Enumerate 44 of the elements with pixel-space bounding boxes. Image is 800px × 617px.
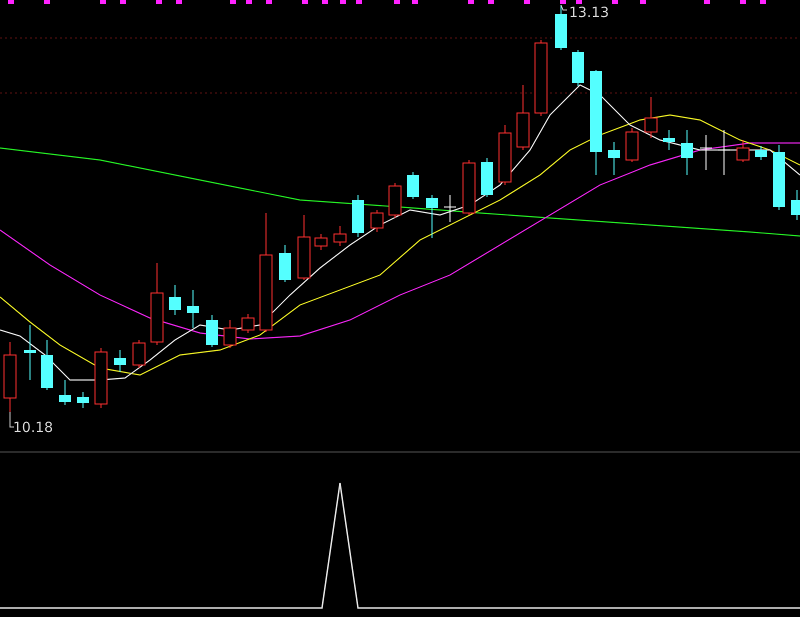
candlestick [314,234,328,250]
candlestick [498,124,512,186]
candlestick [791,190,800,220]
candlestick [59,380,71,406]
candlestick [114,350,126,372]
candlestick [700,134,712,170]
candlestick [755,146,767,160]
high-price-label: 13.13 [569,5,610,21]
candlestick [169,284,181,316]
candlestick [572,50,584,86]
candlestick [644,96,658,138]
candlestick [279,244,291,282]
candlestick [608,142,620,176]
candlestick [626,128,638,162]
candlestick [388,182,402,218]
candlestick [187,290,199,328]
candlestick [370,210,384,232]
candlestick [444,194,456,222]
candlestick [334,226,346,246]
candlestick [462,160,476,216]
candlestick [516,84,530,150]
candlestick [4,342,16,412]
candlestick [718,130,730,176]
candlestick [41,340,53,390]
candlestick [242,314,254,334]
candlestick [224,320,236,348]
candlestick [206,314,218,348]
candlestick [426,194,438,238]
candlestick [94,348,108,408]
low-price-label: 10.18 [13,420,54,436]
candlestick [132,340,146,368]
candlestick [352,194,364,238]
leader-line [10,412,14,428]
candlestick [681,130,693,176]
candlestick [24,324,36,380]
candlestick [773,144,785,210]
candlestick [663,130,675,150]
candlestick [481,158,493,198]
candlestick [298,214,310,280]
candlestick [555,4,567,50]
candlestick [77,392,89,408]
leader-line [560,4,568,10]
candlestick [407,172,419,200]
candlestick [736,140,750,162]
